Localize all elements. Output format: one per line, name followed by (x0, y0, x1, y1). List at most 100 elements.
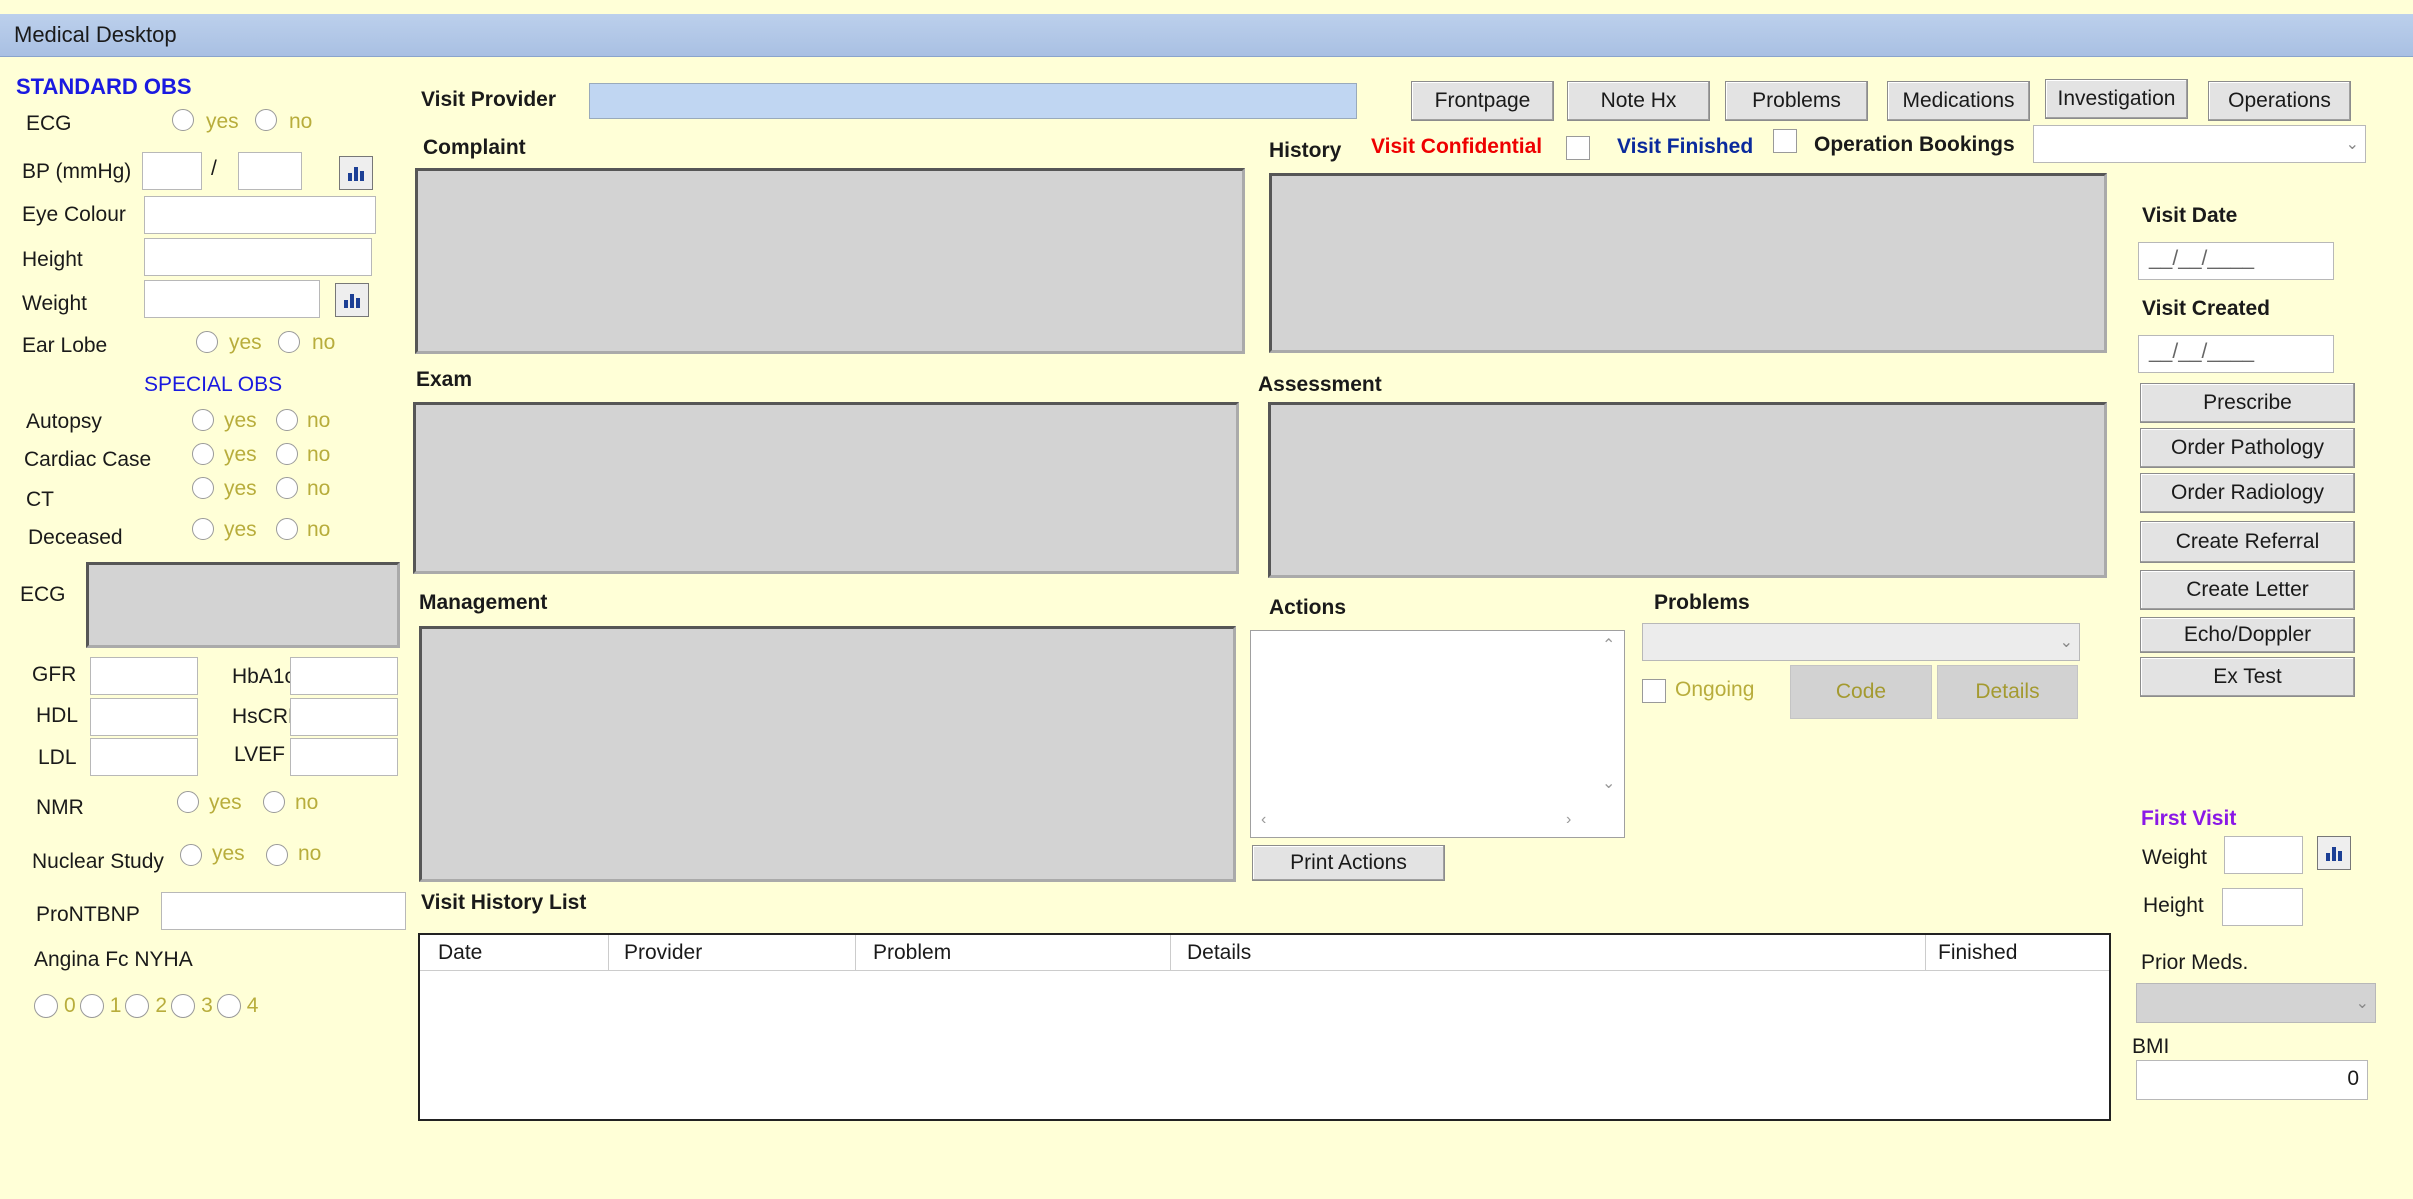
visit-confidential-checkbox[interactable] (1566, 136, 1590, 160)
order-radiology-button[interactable]: Order Radiology (2140, 473, 2355, 513)
create-letter-button[interactable]: Create Letter (2140, 570, 2355, 610)
ecg-yes-radio[interactable] (172, 109, 194, 131)
column-header-finished[interactable]: Finished (1938, 941, 2017, 965)
angina-2-label: 2 (155, 994, 168, 1017)
ct-yes-radio[interactable] (192, 477, 214, 499)
visit-created-label: Visit Created (2142, 297, 2270, 320)
first-visit-weight-input[interactable] (2224, 836, 2303, 874)
pronbnp-input[interactable] (161, 892, 406, 930)
visit-history-header: Date Provider Problem Details Finished (420, 935, 2109, 971)
operation-bookings-combo[interactable]: ⌄ (2033, 125, 2366, 163)
deceased-no-radio[interactable] (276, 518, 298, 540)
assessment-box[interactable] (1268, 402, 2107, 578)
history-box[interactable] (1269, 173, 2107, 353)
column-header-provider[interactable]: Provider (624, 941, 702, 965)
complaint-box[interactable] (415, 168, 1245, 354)
actions-horizontal-scrollbar[interactable]: ‹ › (1251, 809, 1597, 837)
weight-chart-button[interactable] (335, 283, 369, 317)
first-visit-label: First Visit (2141, 807, 2237, 830)
bp-diastolic-input[interactable] (238, 152, 302, 190)
chevron-down-icon: ⌄ (1602, 775, 1616, 792)
nmr-yes-radio[interactable] (177, 791, 199, 813)
problems-combo[interactable]: ⌄ (1642, 623, 2080, 661)
hscrp-input[interactable] (290, 698, 398, 736)
visit-date-label: Visit Date (2142, 204, 2238, 227)
weight-label: Weight (22, 292, 87, 315)
frontpage-button[interactable]: Frontpage (1411, 81, 1554, 121)
nmr-no-radio[interactable] (263, 791, 285, 813)
deceased-label: Deceased (28, 526, 123, 549)
visit-date-input[interactable]: __/__/____ (2138, 242, 2334, 280)
medications-button[interactable]: Medications (1887, 81, 2030, 121)
gfr-input[interactable] (90, 657, 198, 695)
hdl-input[interactable] (90, 698, 198, 736)
nuclear-no-radio[interactable] (266, 844, 288, 866)
autopsy-yes-radio[interactable] (192, 409, 214, 431)
angina-1-radio[interactable] (79, 994, 104, 1018)
deceased-yes-label: yes (224, 518, 257, 541)
visit-finished-checkbox[interactable] (1773, 129, 1797, 153)
create-referral-button[interactable]: Create Referral (2140, 521, 2355, 563)
autopsy-no-radio[interactable] (276, 409, 298, 431)
chevron-down-icon: ⌄ (2345, 136, 2359, 153)
ldl-input[interactable] (90, 738, 198, 776)
ecg-no-radio[interactable] (255, 109, 277, 131)
ongoing-checkbox[interactable] (1642, 679, 1666, 703)
ear-lobe-no-radio[interactable] (278, 331, 300, 353)
first-visit-height-input[interactable] (2222, 888, 2303, 926)
weight-input[interactable] (144, 280, 320, 318)
visit-history-list-label: Visit History List (421, 891, 587, 914)
print-actions-button[interactable]: Print Actions (1252, 845, 1445, 881)
ecg-no-label: no (289, 110, 313, 133)
code-button[interactable]: Code (1790, 665, 1932, 719)
angina-0-radio[interactable] (34, 994, 58, 1018)
angina-4-radio[interactable] (216, 994, 241, 1018)
problems-label: Problems (1654, 591, 1750, 614)
hba1c-input[interactable] (290, 657, 398, 695)
ecg-notes-label: ECG (20, 583, 66, 606)
operations-button[interactable]: Operations (2208, 81, 2351, 121)
note-hx-button[interactable]: Note Hx (1567, 81, 1710, 121)
details-button[interactable]: Details (1937, 665, 2078, 719)
height-input[interactable] (144, 238, 372, 276)
visit-provider-field[interactable] (589, 83, 1357, 119)
lvef-input[interactable] (290, 738, 398, 776)
actions-label: Actions (1269, 596, 1347, 619)
actions-vertical-scrollbar[interactable]: ⌃ ⌄ (1596, 631, 1624, 811)
deceased-yes-radio[interactable] (192, 518, 214, 540)
nuclear-study-label: Nuclear Study (32, 850, 164, 873)
echo-doppler-button[interactable]: Echo/Doppler (2140, 617, 2355, 653)
exam-box[interactable] (413, 402, 1239, 574)
bp-chart-button[interactable] (339, 156, 373, 190)
bmi-input[interactable]: 0 (2136, 1060, 2368, 1100)
visit-history-table[interactable]: Date Provider Problem Details Finished (418, 933, 2111, 1121)
angina-3-radio[interactable] (171, 994, 196, 1018)
ecg-notes-box[interactable] (86, 562, 400, 648)
nmr-no-label: no (295, 791, 319, 814)
ex-test-button[interactable]: Ex Test (2140, 657, 2355, 697)
nuclear-yes-radio[interactable] (180, 844, 202, 866)
ear-lobe-yes-radio[interactable] (196, 331, 218, 353)
window-title: Medical Desktop (14, 22, 177, 47)
hscrp-label: HsCRP (232, 705, 292, 728)
visit-created-input[interactable]: __/__/____ (2138, 335, 2334, 373)
first-visit-weight-chart-button[interactable] (2317, 836, 2351, 870)
order-pathology-button[interactable]: Order Pathology (2140, 428, 2355, 468)
eye-colour-input[interactable] (144, 196, 376, 234)
cardiac-yes-radio[interactable] (192, 443, 214, 465)
management-box[interactable] (419, 626, 1236, 882)
problems-button[interactable]: Problems (1725, 81, 1868, 121)
ct-no-radio[interactable] (276, 477, 298, 499)
angina-2-radio[interactable] (125, 994, 150, 1018)
cardiac-no-radio[interactable] (276, 443, 298, 465)
actions-list[interactable]: ⌃ ⌄ ‹ › (1250, 630, 1625, 838)
prior-meds-combo[interactable]: ⌄ (2136, 983, 2376, 1023)
column-header-details[interactable]: Details (1187, 941, 1251, 965)
column-header-date[interactable]: Date (438, 941, 482, 965)
investigation-button[interactable]: Investigation (2045, 79, 2188, 119)
bp-systolic-input[interactable] (142, 152, 202, 190)
prescribe-button[interactable]: Prescribe (2140, 383, 2355, 423)
column-header-problem[interactable]: Problem (873, 941, 951, 965)
bar-chart-icon (347, 165, 365, 181)
chevron-down-icon: ⌄ (2355, 995, 2369, 1012)
